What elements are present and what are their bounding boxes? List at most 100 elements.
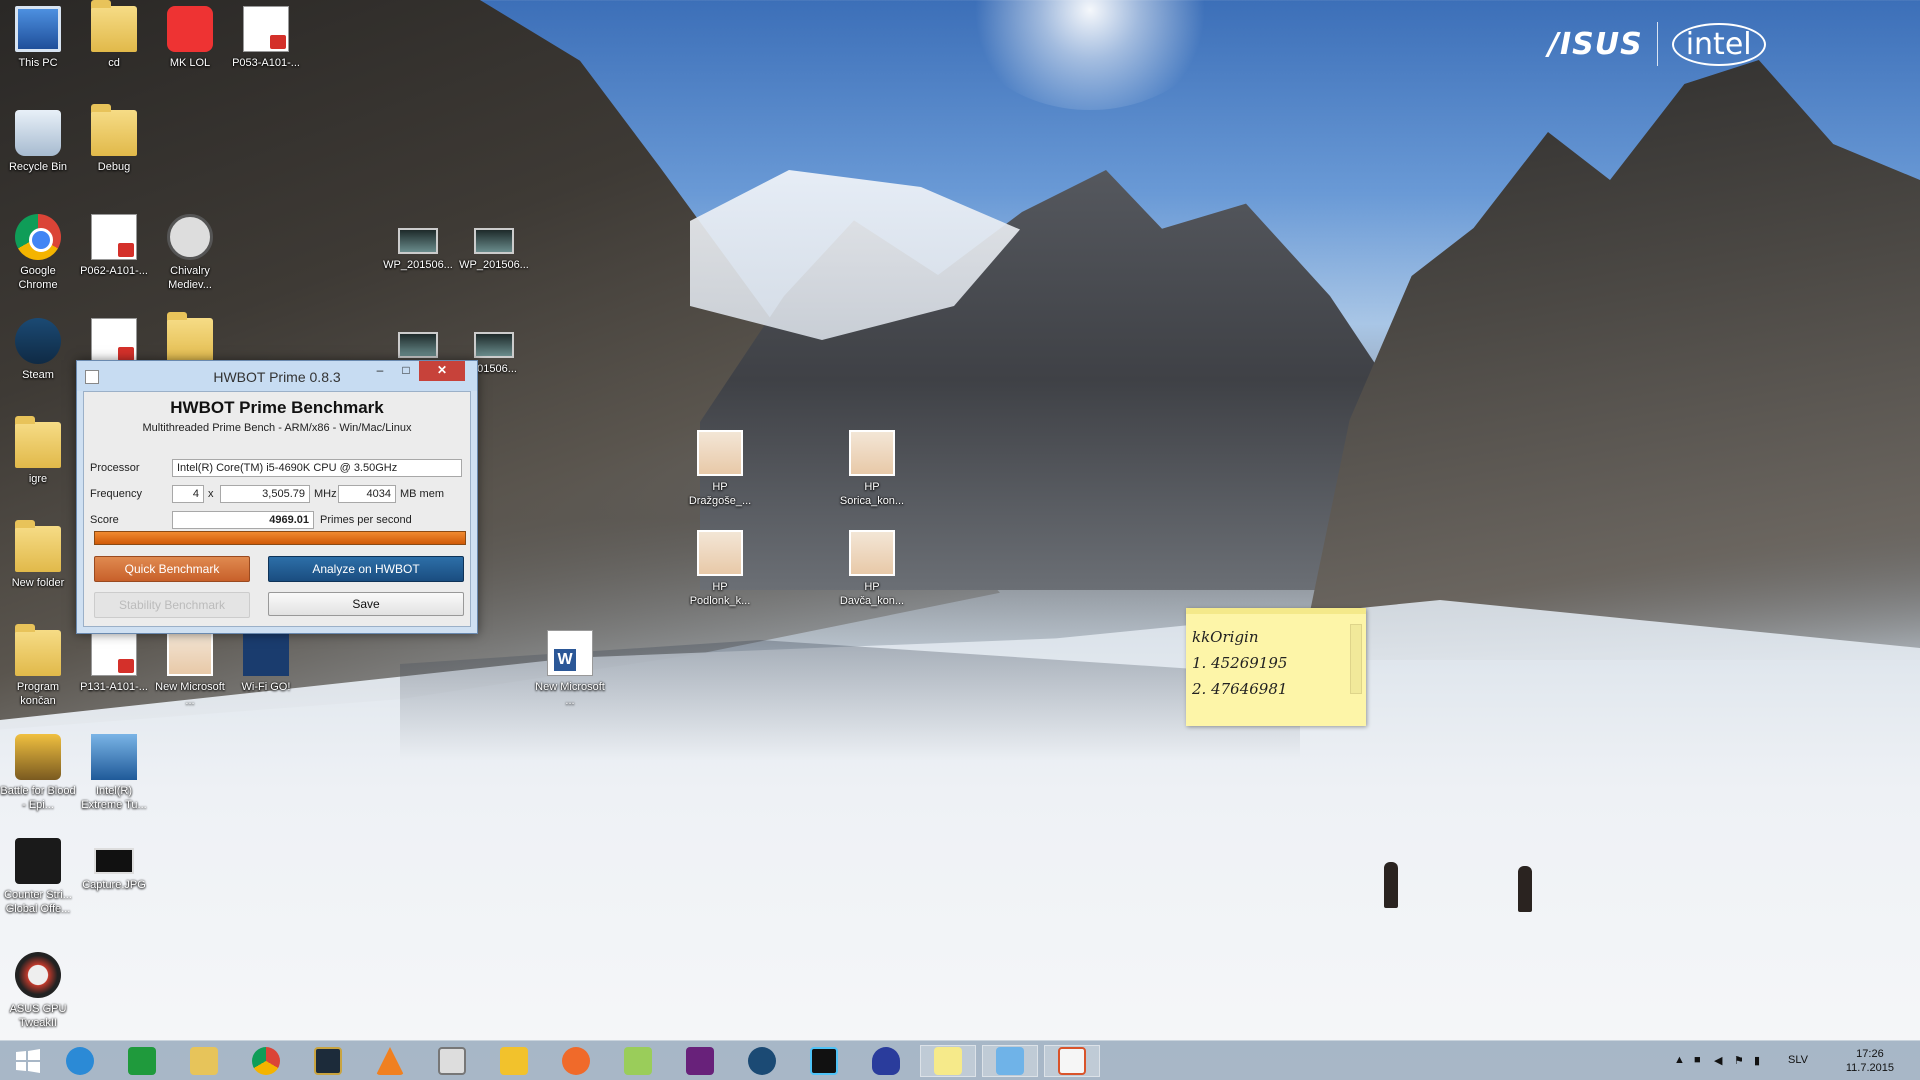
desktop-icon-chrome[interactable]: Google Chrome — [0, 214, 76, 292]
processor-field[interactable]: Intel(R) Core(TM) i5-4690K CPU @ 3.50GHz — [172, 459, 462, 477]
map-file-icon — [849, 430, 895, 476]
desktop-icon-label: Recycle Bin — [8, 161, 68, 173]
save-button[interactable]: Save — [268, 592, 464, 616]
desktop-icon-p062[interactable]: P062-A101-... — [76, 214, 152, 278]
desktop-icon-capture-jpg[interactable]: Capture.JPG — [76, 838, 152, 892]
window-titlebar[interactable]: HWBOT Prime 0.8.3 – □ ✕ — [77, 361, 477, 391]
desktop-icon-asus-gpu-tweak[interactable]: ASUS GPU TweakII — [0, 952, 76, 1030]
sticky-note[interactable]: kkOrigin 1. 45269195 2. 47646981 — [1186, 608, 1366, 726]
chivalry-icon — [167, 214, 213, 260]
desktop-icon-label: MK LOL — [169, 57, 211, 69]
vlc-icon — [376, 1047, 404, 1075]
desktop-icon-counter-strike[interactable]: Counter Stri... Global Offe... — [0, 838, 76, 916]
memory-field[interactable]: 4034 — [338, 485, 396, 503]
mhz-field[interactable]: 3,505.79 — [220, 485, 310, 503]
hand-icon — [872, 1047, 900, 1075]
desktop-icon-new-folder[interactable]: New folder — [0, 520, 76, 590]
taskbar-intel[interactable] — [982, 1045, 1038, 1077]
desktop-icon-label: P131-A101-... — [80, 681, 148, 693]
desktop-icon-cd[interactable]: cd — [76, 0, 152, 70]
desktop-icon-wp-photo-2[interactable]: WP_201506... — [456, 218, 532, 272]
desktop-icon-label: igre — [28, 473, 48, 485]
maximize-button[interactable]: □ — [393, 361, 419, 381]
desktop-icon-new-microsoft-1[interactable]: New Microsoft ... — [152, 630, 228, 708]
desktop-icon-wp-photo-3[interactable] — [380, 322, 456, 362]
close-button[interactable]: ✕ — [419, 361, 465, 381]
desktop-icon-hp-drazgose[interactable]: HP Dražgoše_... — [682, 430, 758, 508]
desktop-icon-label: cd — [108, 57, 120, 69]
taskbar-monitor[interactable] — [424, 1045, 480, 1077]
clock[interactable]: 17:26 11.7.2015 — [1846, 1047, 1894, 1075]
desktop-icon-label: New folder — [11, 577, 65, 589]
desktop-icon-label: HP Dražgoše_... — [688, 481, 752, 507]
hwbot-window: HWBOT Prime 0.8.3 – □ ✕ HWBOT Prime Benc… — [76, 360, 478, 634]
stability-benchmark-button[interactable]: Stability Benchmark — [94, 592, 250, 618]
taskbar-vlc[interactable] — [362, 1045, 418, 1077]
network-icon[interactable]: ■ — [1694, 1054, 1701, 1066]
desktop-icon-label: P062-A101-... — [80, 265, 148, 277]
intel-icon — [996, 1047, 1024, 1075]
desktop-icon-battle-for-blood[interactable]: Battle for Blood - Epi... — [0, 734, 76, 812]
tray-overflow-icon[interactable]: ▲ — [1674, 1054, 1685, 1066]
intel-tuning-icon — [91, 734, 137, 780]
sticky-note-line: 2. 47646981 — [1192, 680, 1288, 698]
taskbar-snipping[interactable] — [486, 1045, 542, 1077]
desktop-icon-wp-photo-1[interactable]: WP_201506... — [380, 218, 456, 272]
desktop-icon-label: HP Podlonk_k... — [689, 581, 751, 607]
desktop-icon-hp-podlonk[interactable]: HP Podlonk_k... — [682, 530, 758, 608]
sticky-note-scrollbar[interactable] — [1350, 624, 1362, 694]
minimize-button[interactable]: – — [367, 361, 393, 381]
language-indicator[interactable]: SLV — [1788, 1054, 1808, 1066]
signal-icon[interactable]: ▮ — [1754, 1054, 1760, 1067]
taskbar-steam[interactable] — [734, 1045, 790, 1077]
taskbar-explorer[interactable] — [176, 1045, 232, 1077]
start-button[interactable] — [0, 1045, 56, 1077]
cores-field[interactable]: 4 — [172, 485, 204, 503]
taskbar-hand[interactable] — [858, 1045, 914, 1077]
desktop-icon-chivalry[interactable]: Chivalry Mediev... — [152, 214, 228, 292]
desktop-icon-label: Chivalry Mediev... — [168, 265, 212, 291]
desktop-icon-hp-davca[interactable]: HP Davča_kon... — [834, 530, 910, 608]
sticky-notes-icon — [934, 1047, 962, 1075]
taskbar-lol[interactable] — [300, 1045, 356, 1077]
taskbar: ▲ ■ ◀ ⚑ ▮ SLV 17:26 11.7.2015 — [0, 1040, 1920, 1080]
analyze-on-hwbot-button[interactable]: Analyze on HWBOT — [268, 556, 464, 582]
volume-icon[interactable]: ◀ — [1714, 1054, 1722, 1067]
quick-benchmark-button[interactable]: Quick Benchmark — [94, 556, 250, 582]
taskbar-origin[interactable] — [548, 1045, 604, 1077]
taskbar-sticky-notes[interactable] — [920, 1045, 976, 1077]
desktop-icon-p131[interactable]: P131-A101-... — [76, 630, 152, 694]
desktop-icon-p053[interactable]: P053-A101-... — [228, 6, 304, 70]
taskbar-java[interactable] — [1044, 1045, 1100, 1077]
desktop-icon-program-koncan[interactable]: Program končan — [0, 624, 76, 708]
flag-icon[interactable]: ⚑ — [1734, 1054, 1744, 1067]
java-icon — [1058, 1047, 1086, 1075]
taskbar-chrome[interactable] — [238, 1045, 294, 1077]
monitor-icon — [438, 1047, 466, 1075]
taskbar-store[interactable] — [114, 1045, 170, 1077]
desktop-icon-mk-lol[interactable]: MK LOL — [152, 6, 228, 70]
desktop-icon-igre[interactable]: igre — [0, 416, 76, 486]
desktop-icon-recycle-bin[interactable]: Recycle Bin — [0, 110, 76, 174]
desktop-icon-debug[interactable]: Debug — [76, 104, 152, 174]
photo-icon — [474, 332, 514, 358]
word-document-icon — [547, 630, 593, 676]
taskbar-tool[interactable] — [610, 1045, 666, 1077]
desktop-icon-label: ASUS GPU TweakII — [9, 1003, 67, 1029]
score-unit: Primes per second — [320, 514, 412, 526]
origin-icon — [562, 1047, 590, 1075]
taskbar-game[interactable] — [796, 1045, 852, 1077]
desktop-icon-steam[interactable]: Steam — [0, 318, 76, 382]
pdf-file-icon — [91, 318, 137, 364]
score-field[interactable]: 4969.01 — [172, 511, 314, 529]
taskbar-ie[interactable] — [52, 1045, 108, 1077]
desktop-icon-new-microsoft-2[interactable]: New Microsoft ... — [532, 630, 608, 708]
taskbar-visual-studio[interactable] — [672, 1045, 728, 1077]
desktop-icon-wifi-go[interactable]: Wi-Fi GO! — [228, 630, 304, 694]
asus-logo: /ISUS — [1548, 26, 1643, 62]
desktop-icon-intel-extreme[interactable]: Intel(R) Extreme Tu... — [76, 734, 152, 812]
desktop-icon-this-pc[interactable]: This PC — [0, 6, 76, 70]
clock-time: 17:26 — [1856, 1048, 1884, 1060]
desktop-icon-hp-sorica[interactable]: HP Sorica_kon... — [834, 430, 910, 508]
photo-icon — [398, 332, 438, 358]
